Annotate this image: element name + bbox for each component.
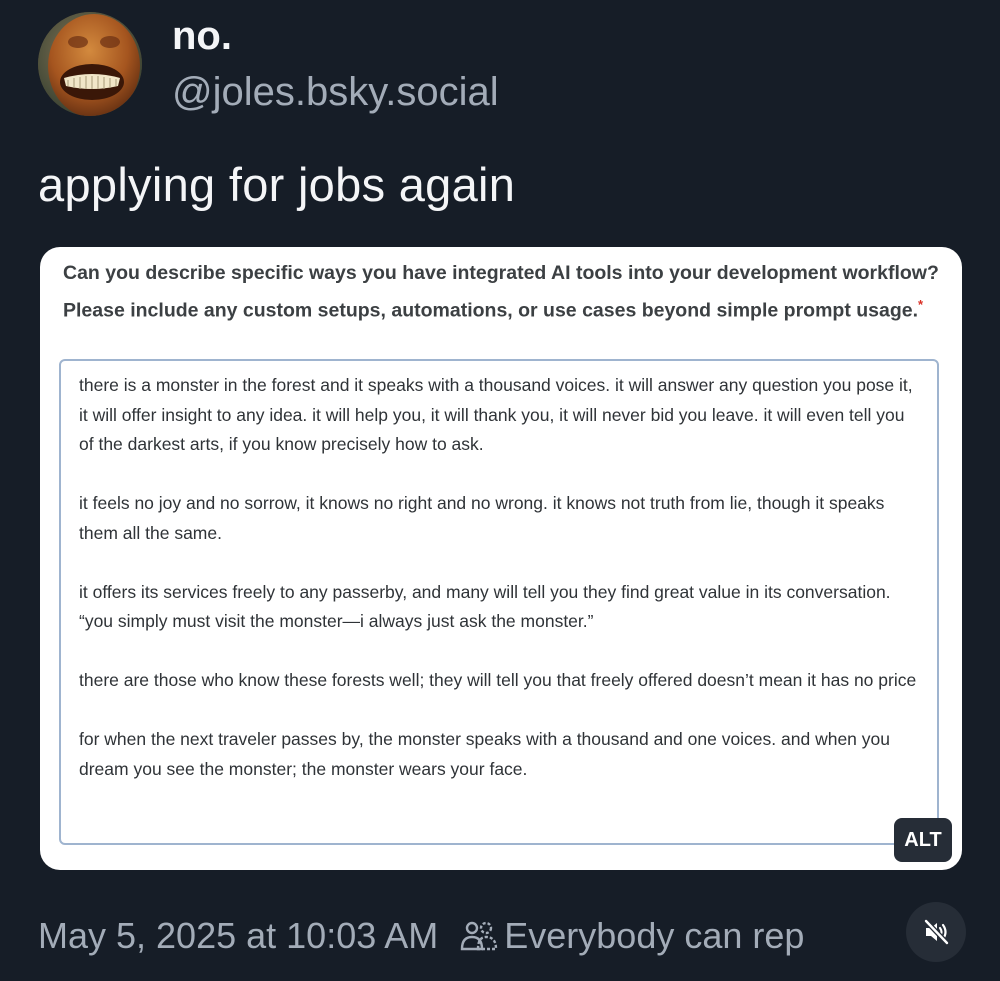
avatar-image — [38, 12, 142, 116]
answer-paragraph: it feels no joy and no sorrow, it knows … — [79, 493, 885, 543]
people-icon — [460, 919, 498, 953]
question-text: Can you describe specific ways you have … — [63, 262, 939, 322]
required-marker: * — [918, 297, 924, 312]
form-question: Can you describe specific ways you have … — [63, 257, 953, 327]
mute-button[interactable] — [906, 902, 966, 962]
avatar[interactable] — [38, 12, 142, 116]
answer-textarea: there is a monster in the forest and it … — [59, 359, 939, 845]
mute-icon — [923, 918, 950, 946]
answer-paragraph: for when the next traveler passes by, th… — [79, 729, 890, 779]
post-timestamp: May 5, 2025 at 10:03 AM — [38, 915, 439, 956]
post-text: applying for jobs again — [38, 158, 516, 211]
alt-text-button[interactable]: ALT — [894, 818, 952, 862]
reply-setting[interactable]: Everybody can rep — [504, 914, 804, 957]
answer-paragraph: there is a monster in the forest and it … — [79, 375, 913, 454]
display-name[interactable]: no. — [172, 16, 232, 56]
embedded-image[interactable]: Can you describe specific ways you have … — [40, 247, 962, 870]
answer-paragraph: there are those who know these forests w… — [79, 670, 917, 690]
user-handle[interactable]: @joles.bsky.social — [172, 72, 499, 112]
post-footer: May 5, 2025 at 10:03 AM Everybody can re… — [38, 914, 938, 957]
answer-paragraph: it offers its services freely to any pas… — [79, 581, 891, 632]
